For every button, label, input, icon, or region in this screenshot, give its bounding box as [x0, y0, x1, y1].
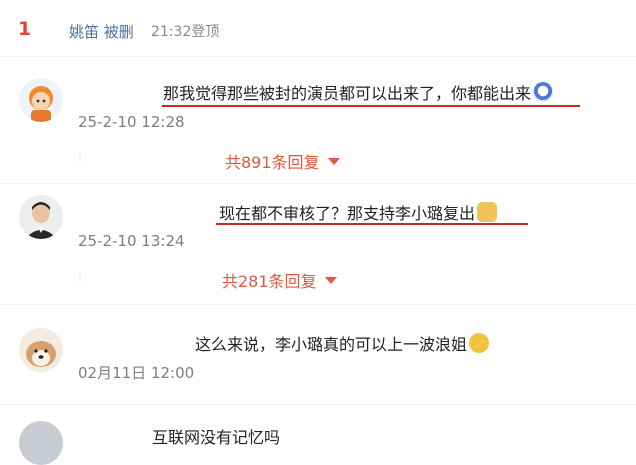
- comment-date: 25-2-10 13:24: [78, 232, 185, 250]
- topic-time: 21:32登顶: [151, 24, 220, 40]
- replies-count-label: 共891条回复: [225, 153, 320, 172]
- comment-date: 25-2-10 12:28: [78, 113, 185, 131]
- header-divider: [0, 56, 636, 57]
- avatar-cartoon-girl-icon: [29, 86, 53, 122]
- comment-divider: [0, 183, 636, 184]
- thread-line: [79, 272, 81, 282]
- avatar[interactable]: [19, 195, 63, 239]
- topic-user-link[interactable]: 姚笛 被删: [69, 21, 134, 42]
- comment-text: 那我觉得那些被封的演员都可以出来了，你都能出来: [163, 80, 554, 104]
- replies-count-label: 共281条回复: [222, 272, 317, 291]
- comment-text: 互联网没有记忆吗: [152, 428, 281, 447]
- laugh-cry-emoji-icon: [533, 82, 554, 102]
- avatar-dog-icon: [19, 328, 63, 372]
- caret-down-icon: [327, 157, 340, 165]
- comment-divider: [0, 404, 636, 405]
- comment-text: 这么来说，李小璐真的可以上一波浪姐: [195, 331, 490, 355]
- avatar[interactable]: [19, 328, 63, 372]
- expand-replies-button[interactable]: 共281条回复: [222, 268, 337, 292]
- avatar[interactable]: [19, 421, 63, 465]
- comment-text: 现在都不审核了？那支持李小璐复出: [219, 200, 498, 224]
- comment-date: 02月11日 12:00: [78, 364, 195, 382]
- comment-divider: [0, 304, 636, 305]
- caret-down-icon: [324, 276, 337, 284]
- expand-replies-button[interactable]: 共891条回复: [225, 149, 340, 173]
- highlight-underline: [162, 105, 580, 107]
- thinking-emoji-icon: [469, 333, 490, 353]
- avatar-man-photo-icon: [19, 195, 63, 239]
- highlight-underline: [216, 223, 528, 225]
- thread-line: [79, 152, 81, 162]
- avatar[interactable]: [19, 78, 63, 122]
- rank-number: 1: [18, 18, 32, 40]
- doge-emoji-icon: [477, 202, 498, 222]
